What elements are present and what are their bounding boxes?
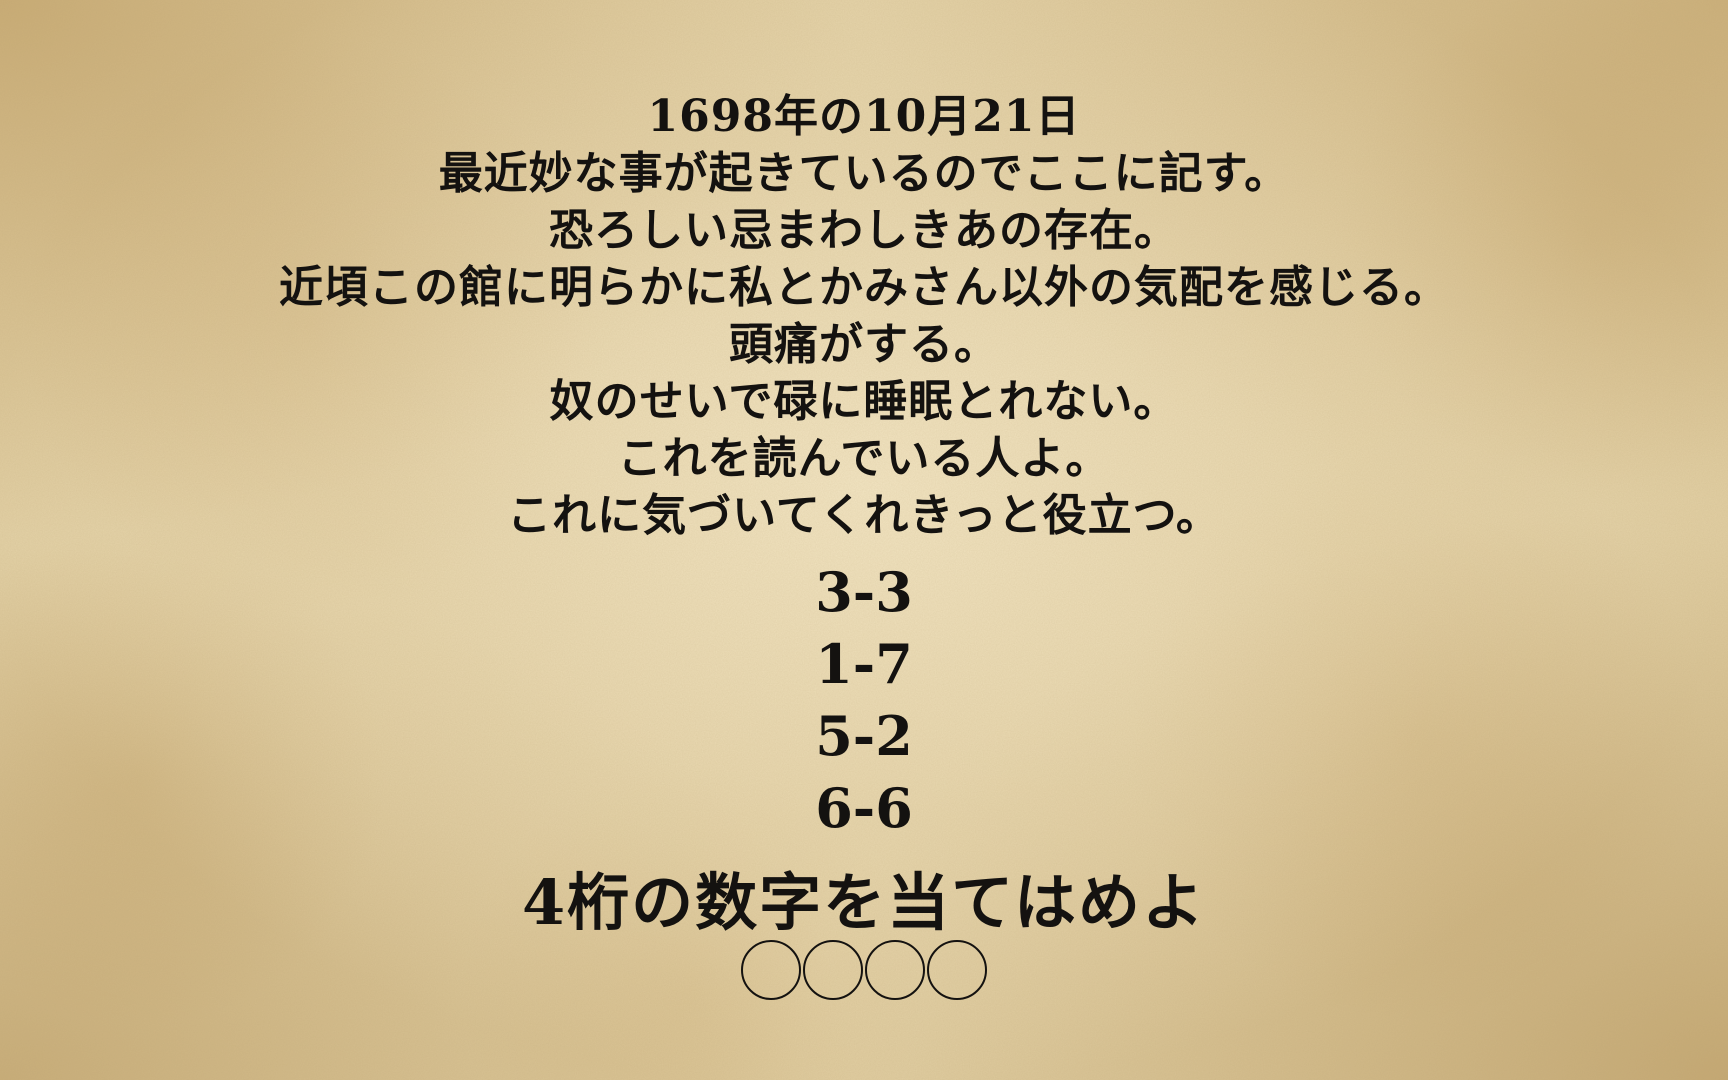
clue-codes: 3-3 1-7 5-2 6-6 bbox=[0, 556, 1728, 844]
answer-slot-3[interactable]: ○ bbox=[865, 940, 925, 1000]
diary-line: 最近妙な事が起きているのでここに記す。 bbox=[438, 148, 1290, 199]
answer-slot-2[interactable]: ○ bbox=[803, 940, 863, 1000]
puzzle-prompt: 4桁の数字を当てはめよ bbox=[522, 866, 1206, 939]
diary-entry: 1698年の10月21日 最近妙な事が起きているのでここに記す。 恐ろしい忌まわ… bbox=[0, 88, 1728, 544]
clue-code: 1-7 bbox=[815, 632, 913, 696]
diary-date: 1698年の10月21日 bbox=[647, 91, 1081, 142]
clue-code: 3-3 bbox=[815, 560, 913, 624]
diary-line: 近頃この館に明らかに私とかみさん以外の気配を感じる。 bbox=[279, 262, 1449, 313]
parchment-page: 1698年の10月21日 最近妙な事が起きているのでここに記す。 恐ろしい忌まわ… bbox=[0, 0, 1728, 1080]
diary-line: 奴のせいで碌に睡眠とれない。 bbox=[549, 376, 1179, 427]
diary-line: これに気づいてくれきっと役立つ。 bbox=[507, 490, 1221, 541]
answer-slots: ○ ○ ○ ○ bbox=[0, 940, 1728, 1000]
diary-line: これを読んでいる人よ。 bbox=[617, 433, 1111, 484]
answer-slot-1[interactable]: ○ bbox=[741, 940, 801, 1000]
diary-line: 恐ろしい忌まわしきあの存在。 bbox=[549, 205, 1179, 256]
clue-code: 5-2 bbox=[815, 704, 913, 768]
answer-slot-4[interactable]: ○ bbox=[927, 940, 987, 1000]
clue-code: 6-6 bbox=[815, 776, 913, 840]
diary-line: 頭痛がする。 bbox=[729, 319, 999, 370]
